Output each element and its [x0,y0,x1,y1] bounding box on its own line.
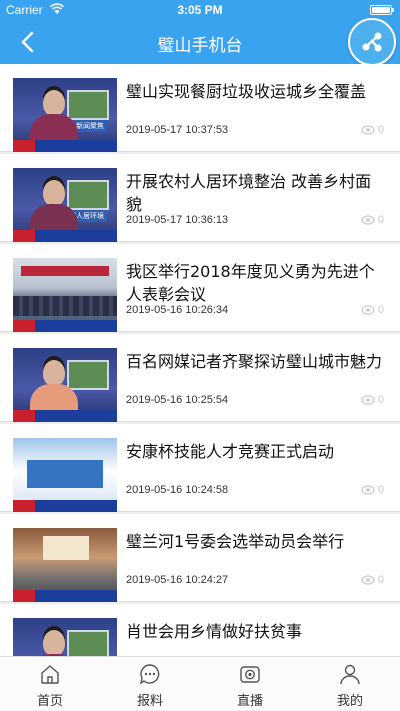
status-bar: Carrier 3:05 PM [0,0,400,20]
news-item[interactable]: 百名网媒记者齐聚探访璧山城市魅力 2019-05-16 10:25:54 0 [0,334,400,422]
tab-label: 报料 [136,694,163,709]
tab-mine[interactable]: 我的 [300,657,400,711]
tab-label: 首页 [36,694,63,709]
news-title: 璧山实现餐厨垃圾收运城乡全覆盖 [126,82,367,101]
camera-icon [240,666,260,683]
news-date: 2019-05-17 10:37:53 [126,124,229,136]
news-thumbnail [13,348,117,422]
news-title: 我区举行2018年度见义勇为先进个人表彰会议 [126,262,375,304]
news-title: 开展农村人居环境整治 改善乡村面貌 [126,172,372,214]
tab-label: 直播 [236,694,263,709]
eye-icon [361,485,375,495]
nav-bar: 璧山手机台 [0,20,400,64]
news-list[interactable]: 新闻聚焦 璧山实现餐厨垃圾收运城乡全覆盖 2019-05-17 10:37:53… [0,64,400,656]
tab-report[interactable]: 报料 [100,657,200,711]
user-icon [340,664,360,685]
view-count: 0 [361,214,384,226]
news-date: 2019-05-16 10:24:58 [126,484,229,496]
view-count: 0 [361,574,384,586]
news-date: 2019-05-16 10:26:34 [126,304,229,316]
news-title: 肖世会用乡情做好扶贫事 [126,622,303,641]
battery-icon [370,5,394,15]
tab-home[interactable]: 首页 [0,657,100,711]
view-count: 0 [361,484,384,496]
news-date: 2019-05-16 10:24:27 [126,574,229,586]
view-count: 0 [361,304,384,316]
eye-icon [361,125,375,135]
news-item[interactable]: 安康杯技能人才竞赛正式启动 2019-05-16 10:24:58 0 [0,424,400,512]
eye-icon [361,395,375,405]
news-item[interactable]: 新闻聚焦 璧山实现餐厨垃圾收运城乡全覆盖 2019-05-17 10:37:53… [0,64,400,152]
tab-bar: 首页 报料 直播 我的 [0,656,400,710]
home-icon [41,665,59,684]
news-thumbnail [13,438,117,512]
news-item[interactable]: 璧兰河1号委会选举动员会举行 2019-05-16 10:24:27 0 [0,514,400,602]
news-thumbnail [13,258,117,332]
tab-live[interactable]: 直播 [200,657,300,711]
news-item[interactable]: 农村人居环境 开展农村人居环境整治 改善乡村面貌 2019-05-17 10:3… [0,154,400,242]
eye-icon [361,305,375,315]
page-title: 璧山手机台 [157,36,243,56]
chat-icon [139,664,160,685]
view-count: 0 [361,124,384,136]
clock: 3:05 PM [177,3,223,17]
news-date: 2019-05-17 10:36:13 [126,214,229,226]
news-date: 2019-05-16 10:25:54 [126,394,229,406]
news-title: 安康杯技能人才竞赛正式启动 [126,442,335,461]
news-title: 百名网媒记者齐聚探访璧山城市魅力 [126,352,383,371]
tab-label: 我的 [336,694,363,709]
news-item[interactable]: 我区举行2018年度见义勇为先进个人表彰会议 2019-05-16 10:26:… [0,244,400,332]
news-thumbnail: 农村人居环境 [13,168,117,242]
eye-icon [361,575,375,585]
news-item[interactable]: 肖世会用乡情做好扶贫事 [0,604,400,656]
news-title: 璧兰河1号委会选举动员会举行 [126,532,345,551]
share-button[interactable] [348,18,396,66]
share-icon [362,32,382,52]
view-count: 0 [361,394,384,406]
news-thumbnail [13,528,117,602]
news-thumbnail: 新闻聚焦 [13,78,117,152]
news-thumbnail [13,618,117,656]
eye-icon [361,215,375,225]
